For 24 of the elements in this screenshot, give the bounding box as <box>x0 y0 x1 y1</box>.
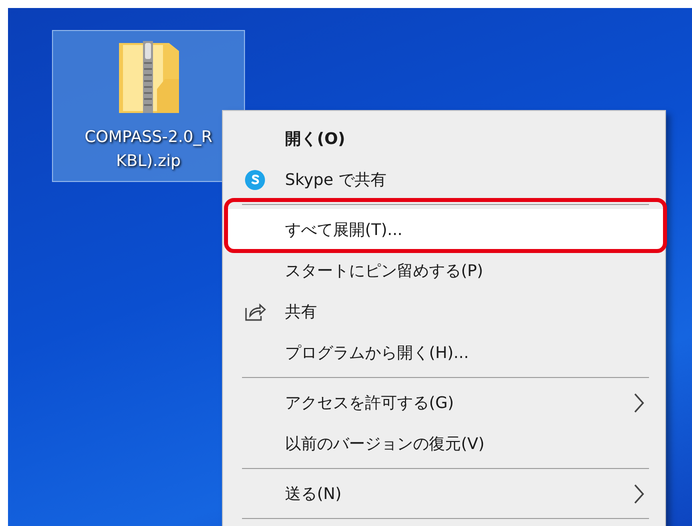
menu-item-label: 以前のバージョンの復元(V) <box>285 432 486 454</box>
menu-item-label: すべて展開(T)... <box>285 218 404 240</box>
menu-item[interactable]: すべて展開(T)... <box>225 209 663 250</box>
menu-item[interactable]: 送る(N) <box>225 473 663 514</box>
chevron-right-icon <box>633 482 645 504</box>
menu-item-label: 共有 <box>285 300 318 322</box>
file-name: KBL).zip <box>116 150 181 172</box>
desktop-icon[interactable]: COMPASS-2.0_R KBL).zip <box>52 30 245 182</box>
zip-folder-icon <box>116 39 180 115</box>
chevron-right-icon <box>633 392 645 414</box>
menu-item-label: スタートにピン留めする(P) <box>285 260 484 282</box>
menu-item-label: 開く(O) <box>285 128 346 150</box>
skype-icon <box>244 168 266 190</box>
menu-item[interactable]: アクセスを許可する(G) <box>225 382 663 423</box>
menu-item[interactable]: スタートにピン留めする(P) <box>225 250 663 291</box>
menu-item[interactable]: プログラムから開く(H)... <box>225 332 663 373</box>
menu-item-label: アクセスを許可する(G) <box>285 392 455 414</box>
menu-item[interactable]: 以前のバージョンの復元(V) <box>225 423 663 464</box>
menu-item-label: プログラムから開く(H)... <box>285 342 470 364</box>
share-icon <box>244 302 266 322</box>
menu-item[interactable]: 共有 <box>225 291 663 332</box>
menu-item-label: 送る(N) <box>285 482 342 504</box>
menu-item-label: Skype で共有 <box>285 168 388 190</box>
file-name: COMPASS-2.0_R <box>84 126 212 148</box>
